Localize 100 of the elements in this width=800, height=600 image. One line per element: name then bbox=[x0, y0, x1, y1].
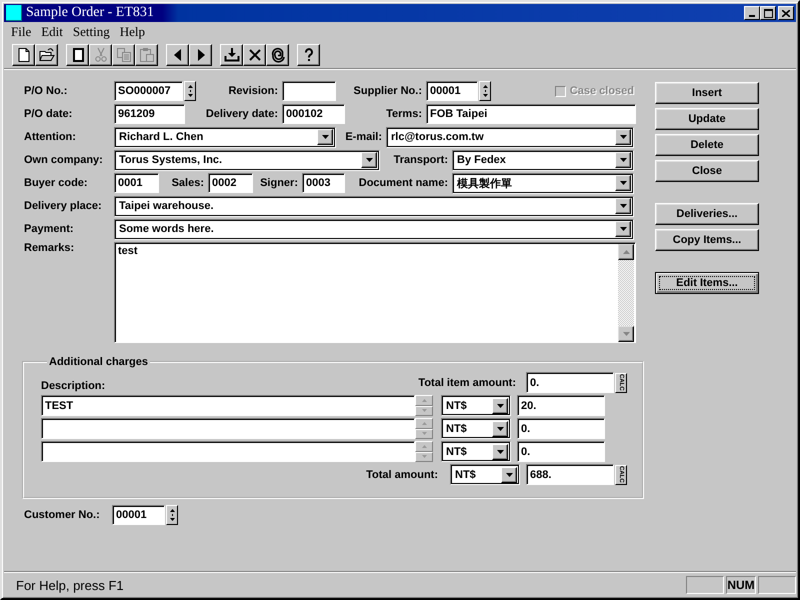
description-field[interactable]: TEST bbox=[41, 395, 415, 416]
up-arrow-icon bbox=[422, 422, 426, 425]
amount-field[interactable]: 0. bbox=[526, 372, 614, 393]
menu-item[interactable]: File bbox=[6, 24, 36, 40]
field-label: Supplier No.: bbox=[352, 85, 423, 97]
caret-icon bbox=[496, 450, 504, 454]
dropdown-field[interactable]: NT$ bbox=[441, 441, 511, 462]
dropdown-button[interactable] bbox=[615, 221, 631, 237]
spin-control[interactable] bbox=[415, 418, 433, 439]
caret-icon bbox=[366, 158, 372, 162]
action-button[interactable]: Deliveries... bbox=[655, 203, 759, 225]
action-button[interactable]: Copy Items... bbox=[655, 229, 759, 251]
down-arrow-icon bbox=[422, 455, 426, 458]
toolbar-button[interactable] bbox=[220, 44, 243, 66]
down-arrow-icon bbox=[422, 432, 426, 436]
field-label: Payment: bbox=[24, 223, 75, 235]
dropdown-field[interactable]: NT$ bbox=[441, 395, 511, 416]
menu-item[interactable]: Help bbox=[114, 24, 150, 40]
description-field[interactable] bbox=[41, 441, 415, 462]
input-field[interactable]: 00001 bbox=[112, 505, 165, 525]
input-field[interactable]: 0002 bbox=[208, 173, 253, 193]
spin-button[interactable] bbox=[479, 81, 491, 101]
action-button[interactable]: Insert bbox=[655, 82, 759, 104]
spiral-icon bbox=[270, 47, 286, 63]
toolbar-button[interactable] bbox=[12, 44, 35, 66]
toolbar-button[interactable] bbox=[266, 44, 289, 66]
field-label: Buyer code: bbox=[24, 177, 89, 189]
dropdown-button[interactable] bbox=[615, 175, 631, 191]
input-field[interactable]: 000102 bbox=[282, 104, 345, 124]
down-arrow-icon bbox=[622, 332, 630, 336]
status-panel bbox=[686, 576, 724, 594]
close-button[interactable] bbox=[778, 6, 794, 20]
input-field[interactable]: 00001 bbox=[426, 81, 478, 101]
action-button[interactable]: Edit Items... bbox=[655, 272, 759, 294]
minimize-button[interactable] bbox=[744, 6, 760, 20]
amount-field[interactable]: 0. bbox=[517, 418, 605, 439]
dropdown-field[interactable]: Richard L. Chen bbox=[114, 126, 336, 148]
dropdown-button[interactable] bbox=[492, 398, 508, 414]
amount-field[interactable]: 688. bbox=[526, 464, 614, 485]
toolbar-button[interactable] bbox=[66, 44, 89, 66]
status-panel bbox=[758, 576, 796, 594]
vertical-scrollbar[interactable] bbox=[618, 244, 634, 342]
field-label: Transport: bbox=[392, 154, 449, 166]
dropdown-field[interactable]: Torus Systems, Inc. bbox=[114, 150, 380, 170]
dropdown-field[interactable]: NT$ bbox=[441, 418, 511, 439]
spin-button[interactable] bbox=[166, 505, 178, 525]
spin-arrows-icon bbox=[170, 509, 174, 521]
folder-icon bbox=[38, 47, 54, 63]
input-field[interactable]: 961209 bbox=[114, 104, 185, 124]
action-button[interactable]: Close bbox=[655, 160, 759, 182]
spin-button[interactable] bbox=[184, 81, 196, 101]
caret-icon bbox=[620, 181, 626, 185]
caret-icon bbox=[496, 426, 504, 430]
dropdown-button[interactable] bbox=[317, 129, 333, 145]
spin-control[interactable] bbox=[415, 441, 433, 462]
status-text: For Help, press F1 bbox=[15, 578, 125, 592]
dropdown-button[interactable] bbox=[501, 466, 517, 482]
amount-field[interactable]: 0. bbox=[517, 441, 605, 462]
description-field[interactable] bbox=[41, 418, 415, 439]
dropdown-button[interactable] bbox=[492, 420, 508, 436]
dropdown-button[interactable] bbox=[492, 444, 508, 460]
maximize-button[interactable] bbox=[760, 6, 776, 20]
dropdown-button[interactable] bbox=[615, 129, 631, 145]
up-arrow-icon bbox=[622, 250, 630, 254]
window-title: Sample Order - ET831 bbox=[26, 5, 155, 21]
app-icon bbox=[6, 5, 22, 21]
caret-icon bbox=[506, 472, 512, 476]
remarks-field[interactable]: test bbox=[114, 242, 636, 343]
action-button[interactable]: Delete bbox=[655, 134, 759, 156]
action-button[interactable]: Update bbox=[655, 108, 759, 130]
menu-item[interactable]: Edit bbox=[36, 24, 68, 40]
field-label: Revision: bbox=[227, 85, 279, 97]
dropdown-field[interactable]: Some words here. bbox=[114, 218, 634, 240]
field-label: Total amount: bbox=[365, 468, 439, 480]
toolbar-button[interactable] bbox=[189, 44, 212, 66]
toolbar-button[interactable] bbox=[166, 44, 189, 66]
menu-item[interactable]: Setting bbox=[68, 24, 115, 40]
field-label: P/O No.: bbox=[24, 85, 68, 97]
dropdown-field[interactable]: Taipei warehouse. bbox=[114, 196, 634, 216]
input-field[interactable]: SO000007 bbox=[114, 81, 183, 101]
dropdown-field[interactable]: 模具製作單 bbox=[452, 172, 634, 194]
caret-icon bbox=[322, 135, 328, 139]
toolbar-button[interactable] bbox=[35, 44, 58, 66]
amount-field[interactable]: 20. bbox=[517, 395, 605, 416]
caret-icon bbox=[620, 204, 626, 208]
dropdown-field[interactable]: rlc@torus.com.tw bbox=[386, 126, 634, 148]
field-label: E-mail: bbox=[344, 131, 383, 143]
dropdown-field[interactable]: NT$ bbox=[450, 464, 520, 485]
input-field[interactable] bbox=[282, 81, 336, 101]
dropdown-button[interactable] bbox=[615, 198, 631, 214]
input-field[interactable]: 0001 bbox=[114, 173, 159, 193]
group-title: Additional charges bbox=[48, 356, 150, 368]
toolbar-button[interactable] bbox=[297, 44, 320, 66]
toolbar-button[interactable] bbox=[243, 44, 266, 66]
dropdown-field[interactable]: By Fedex bbox=[452, 150, 634, 170]
input-field[interactable]: FOB Taipei bbox=[426, 104, 636, 124]
dropdown-button[interactable] bbox=[361, 152, 377, 168]
spin-control[interactable] bbox=[415, 395, 433, 416]
input-field[interactable]: 0003 bbox=[302, 173, 345, 193]
dropdown-button[interactable] bbox=[615, 152, 631, 168]
